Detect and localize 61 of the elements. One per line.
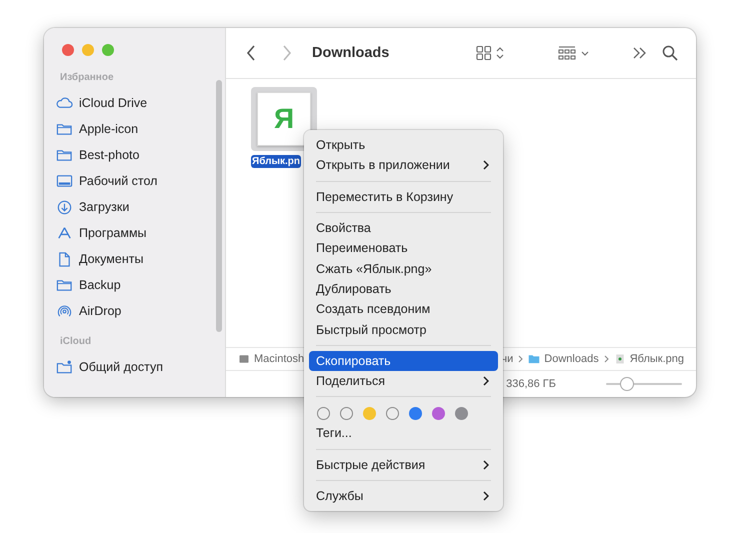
section-heading: iCloud bbox=[60, 336, 92, 349]
close-button[interactable] bbox=[62, 44, 74, 56]
download-icon bbox=[56, 198, 73, 216]
path-item[interactable]: Downloads bbox=[528, 353, 599, 365]
menu-item[interactable]: Открыть в приложении bbox=[309, 155, 498, 176]
desktop-icon bbox=[56, 172, 73, 190]
back-icon[interactable] bbox=[246, 45, 256, 61]
sidebar-item[interactable]: AirDrop bbox=[56, 298, 206, 324]
path-item[interactable]: Яблык.png bbox=[614, 353, 684, 365]
path-separator-icon bbox=[518, 355, 524, 363]
forward-icon[interactable] bbox=[282, 45, 292, 61]
path-separator-icon bbox=[604, 355, 609, 363]
status-text: 336,86 ГБ bbox=[506, 378, 556, 390]
airdrop-icon bbox=[56, 302, 73, 320]
file-icon bbox=[614, 353, 626, 365]
menu-item[interactable]: Поделиться bbox=[309, 370, 498, 392]
path-item[interactable]: Macintosh bbox=[238, 353, 304, 365]
tag-dot[interactable] bbox=[455, 407, 468, 420]
shared-folder-icon bbox=[56, 358, 73, 376]
sidebar-item[interactable]: Программы bbox=[56, 220, 206, 246]
sidebar-item[interactable]: Документы bbox=[56, 246, 206, 272]
menu-item[interactable]: Переместить в Корзину bbox=[309, 186, 498, 207]
slider-thumb[interactable] bbox=[620, 377, 634, 391]
logo-letter: Я bbox=[274, 105, 294, 133]
document-icon bbox=[56, 250, 73, 268]
apps-icon bbox=[56, 224, 73, 242]
sidebar-item[interactable]: Рабочий стол bbox=[56, 168, 206, 194]
tag-dot[interactable] bbox=[432, 407, 445, 420]
menu-item[interactable]: Быстрые действия bbox=[309, 454, 498, 475]
tag-dot[interactable] bbox=[409, 407, 422, 420]
more-icon[interactable] bbox=[632, 46, 648, 60]
tag-dot[interactable] bbox=[363, 407, 376, 420]
search-icon[interactable] bbox=[662, 45, 678, 61]
zoom-button[interactable] bbox=[102, 44, 114, 56]
window-title: Downloads bbox=[312, 45, 390, 61]
menu-item[interactable]: Дублировать bbox=[309, 278, 498, 300]
minimize-button[interactable] bbox=[82, 44, 94, 56]
tag-dot[interactable] bbox=[340, 407, 353, 420]
sidebar-item[interactable]: Best-photo bbox=[56, 142, 206, 168]
file-name[interactable]: Яблык.pn bbox=[251, 155, 302, 168]
tag-dot[interactable] bbox=[317, 407, 330, 420]
sidebar-item[interactable]: Общий доступ bbox=[56, 354, 206, 380]
menu-item[interactable]: Свойства bbox=[309, 218, 498, 238]
menu-item[interactable]: Скопировать bbox=[309, 350, 498, 371]
grid-view-icon[interactable] bbox=[476, 45, 506, 61]
sidebar-item[interactable]: Загрузки bbox=[56, 194, 206, 220]
menu-item[interactable]: Теги... bbox=[309, 423, 498, 444]
menu-item[interactable]: Службы bbox=[309, 486, 498, 506]
zoom-slider[interactable] bbox=[606, 376, 682, 392]
sidebar-item[interactable]: iCloud Drive bbox=[56, 90, 206, 116]
folder-icon bbox=[528, 353, 540, 365]
menu-item[interactable]: Быстрый просмотр bbox=[309, 319, 498, 340]
sidebar-item[interactable]: Apple-icon bbox=[56, 116, 206, 142]
tag-dot[interactable] bbox=[386, 407, 399, 420]
menu-item[interactable]: Создать псевдоним bbox=[309, 299, 498, 320]
scrollbar[interactable] bbox=[216, 80, 222, 332]
menu-item[interactable]: Сжать «Яблык.png» bbox=[309, 258, 498, 279]
sidebar-item[interactable]: Backup bbox=[56, 272, 206, 298]
menu-item[interactable]: Переименовать bbox=[309, 238, 498, 258]
section-heading: Избранное bbox=[60, 72, 115, 85]
group-icon[interactable] bbox=[558, 45, 590, 61]
